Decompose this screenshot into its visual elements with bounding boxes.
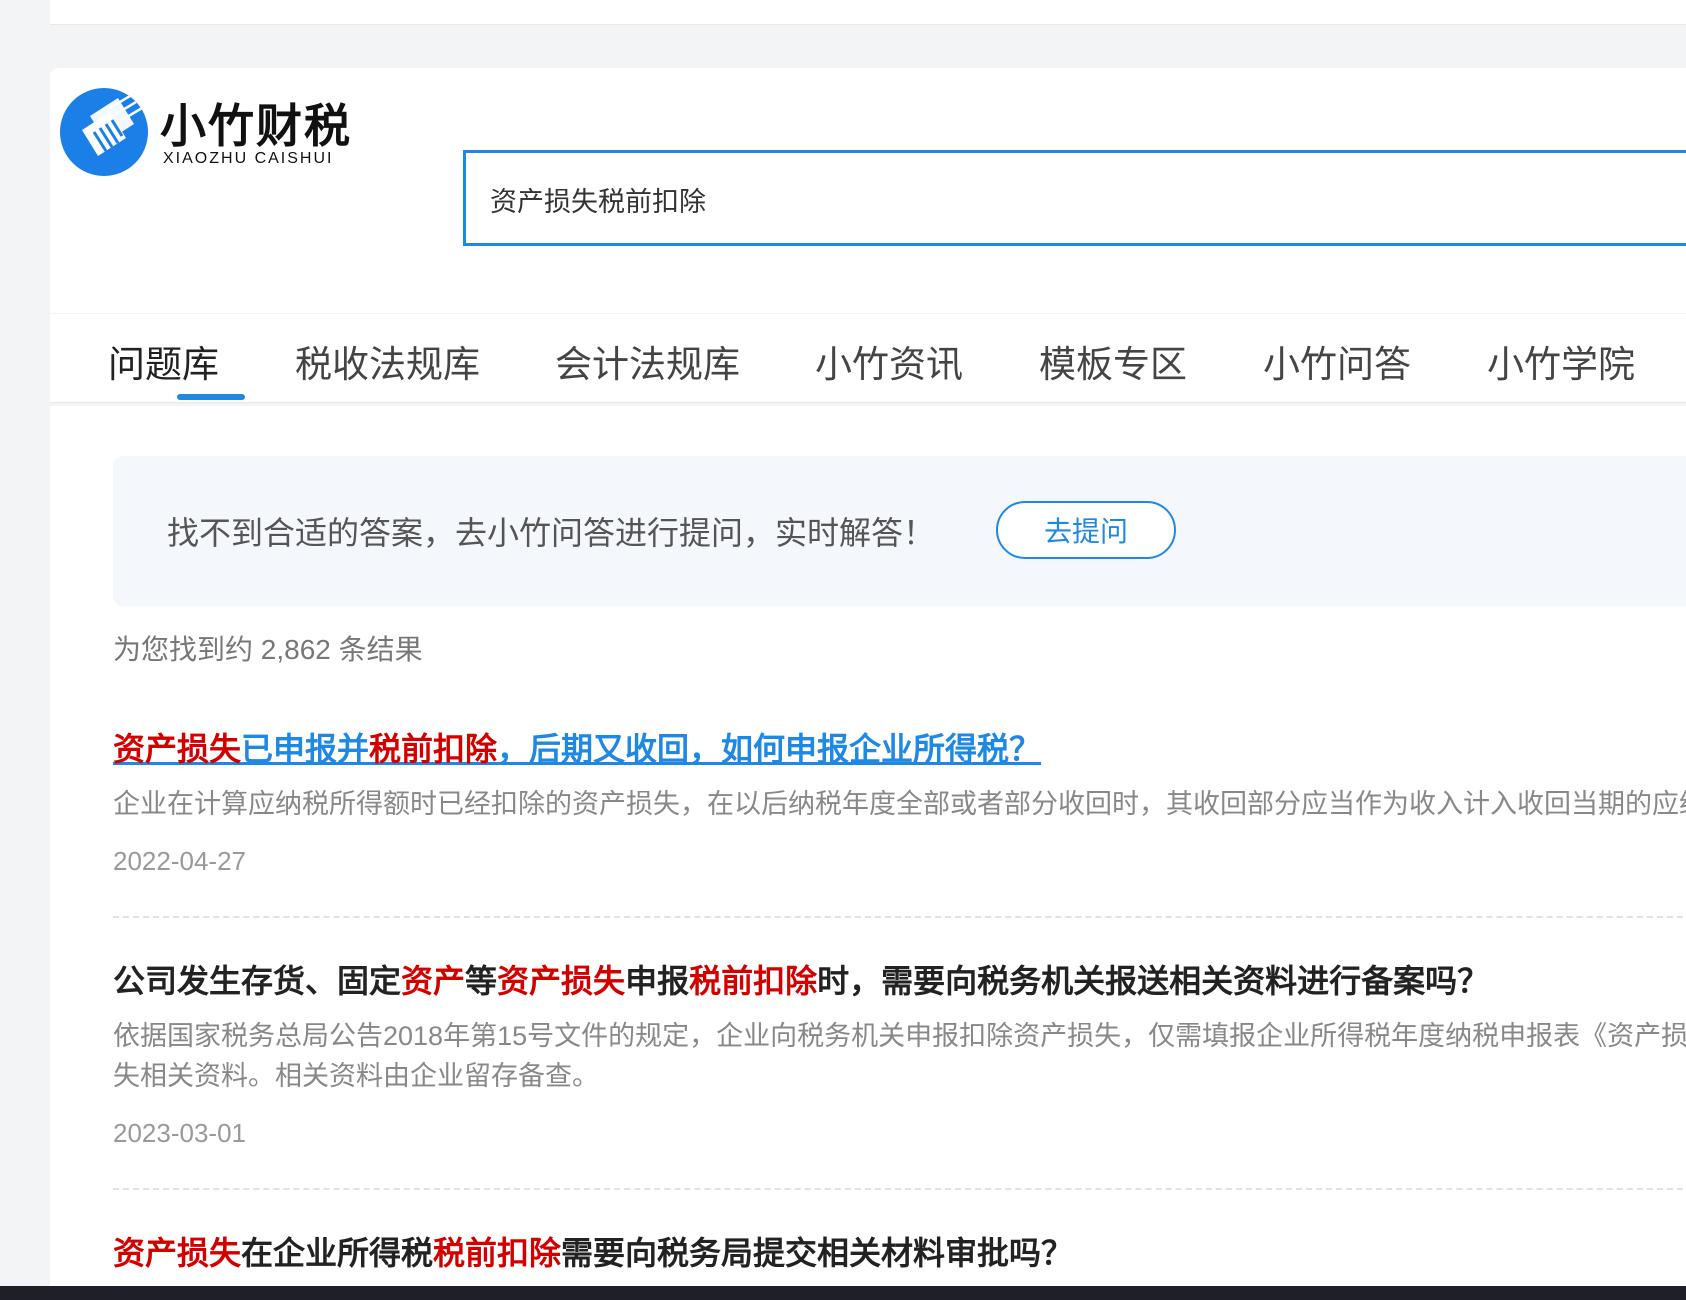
taskbar: [0, 1286, 1686, 1300]
title-highlight: 税前扣除: [433, 1235, 562, 1271]
snippet-line: 失相关资料。相关资料由企业留存备查。: [113, 1061, 599, 1091]
title-text: 需要向税务局提交相关材料审批吗？: [561, 1235, 1074, 1271]
tab-tax-regulations[interactable]: 税收法规库: [295, 334, 480, 388]
title-text: 公司发生存货、固定: [113, 963, 402, 999]
result-divider: [113, 1188, 1686, 1190]
result-item: 资产损失在企业所得税税前扣除需要向税务局提交相关材料审批吗？: [113, 1228, 1686, 1274]
title-highlight: 资产: [401, 963, 466, 999]
title-text: 已申报并: [241, 731, 370, 767]
result-title-link[interactable]: 资产损失在企业所得税税前扣除需要向税务局提交相关材料审批吗？: [113, 1228, 1686, 1274]
brand-name: 小竹财税: [160, 100, 352, 152]
title-highlight: 资产损失: [113, 1235, 242, 1271]
result-snippet: 依据国家税务总局公告2018年第15号文件的规定，企业向税务机关申报扣除资产损失…: [113, 1016, 1686, 1096]
title-text: 等: [465, 963, 498, 999]
result-title-link[interactable]: 资产损失已申报并税前扣除，后期又收回，如何申报企业所得税？: [113, 724, 1686, 770]
ask-banner-text: 找不到合适的答案，去小竹问答进行提问，实时解答！: [167, 515, 936, 551]
title-text: 在企业所得税: [241, 1235, 434, 1271]
tab-templates[interactable]: 模板专区: [1039, 334, 1187, 388]
tab-academy[interactable]: 小竹学院: [1487, 334, 1635, 388]
results-panel: 找不到合适的答案，去小竹问答进行提问，实时解答！ 去提问 为您找到约 2,862…: [50, 406, 1686, 1286]
brand-logo[interactable]: 小竹财税 XIAOZHU CAISHUI: [60, 88, 360, 178]
title-text: 时，需要向税务机关报送相关资料进行备案吗？: [817, 963, 1490, 999]
tab-accounting-regulations[interactable]: 会计法规库: [555, 334, 740, 388]
bamboo-logo-icon: [60, 88, 148, 176]
result-title-link[interactable]: 公司发生存货、固定资产等资产损失申报税前扣除时，需要向税务机关报送相关资料进行备…: [113, 956, 1686, 1002]
top-strip: [50, 0, 1686, 25]
title-highlight: 税前扣除: [689, 963, 818, 999]
title-highlight: 资产损失: [497, 963, 626, 999]
result-item: 资产损失已申报并税前扣除，后期又收回，如何申报企业所得税？ 企业在计算应纳税所得…: [113, 724, 1686, 877]
tab-qa[interactable]: 小竹问答: [1263, 334, 1411, 388]
tab-active-indicator: [177, 394, 245, 400]
ask-question-button[interactable]: 去提问: [996, 501, 1176, 559]
result-date: 2022-04-27: [113, 846, 246, 876]
nav-tabs: 问题库 税收法规库 会计法规库 小竹资讯 模板专区 小竹问答 小竹学院: [50, 314, 1686, 403]
title-text: ，后期又收回，如何申报企业所得税？: [497, 731, 1042, 767]
title-highlight: 资产损失: [113, 731, 242, 767]
brand-subtitle: XIAOZHU CAISHUI: [163, 150, 334, 167]
snippet-line: 依据国家税务总局公告2018年第15号文件的规定，企业向税务机关申报扣除资产损失…: [113, 1021, 1686, 1051]
title-highlight: 税前扣除: [369, 731, 498, 767]
ask-banner: 找不到合适的答案，去小竹问答进行提问，实时解答！ 去提问: [113, 456, 1686, 606]
search-box[interactable]: [463, 150, 1686, 246]
result-date: 2023-03-01: [113, 1118, 246, 1148]
tab-news[interactable]: 小竹资讯: [815, 334, 963, 388]
search-input[interactable]: [488, 153, 1592, 245]
title-text: 申报: [625, 963, 690, 999]
result-divider: [113, 916, 1686, 918]
result-item: 公司发生存货、固定资产等资产损失申报税前扣除时，需要向税务机关报送相关资料进行备…: [113, 956, 1686, 1149]
tab-question-library[interactable]: 问题库: [108, 334, 219, 388]
results-count: 为您找到约 2,862 条结果: [113, 634, 423, 665]
result-snippet: 企业在计算应纳税所得额时已经扣除的资产损失，在以后纳税年度全部或者部分收回时，其…: [113, 789, 1686, 819]
